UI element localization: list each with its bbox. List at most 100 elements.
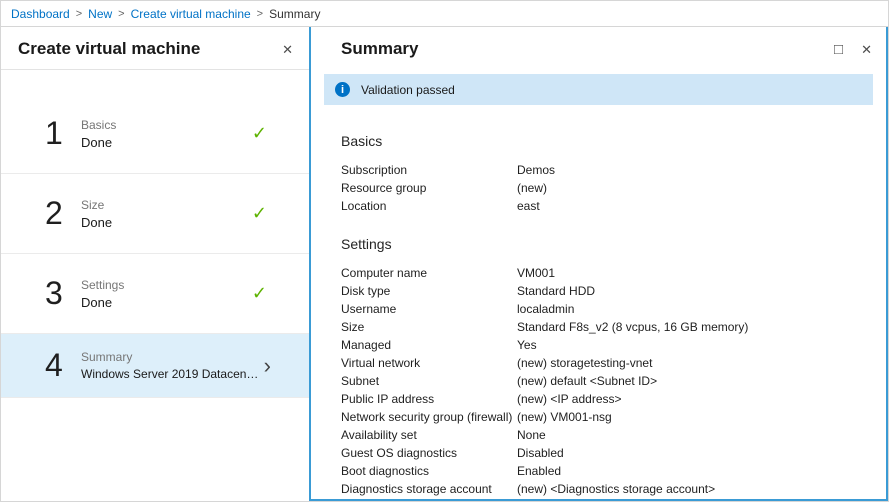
row-label: Username <box>341 300 517 318</box>
row-value: Yes <box>517 336 866 354</box>
summary-row: Subscription Demos <box>341 161 866 179</box>
row-value: (new) storagetesting-vnet <box>517 354 866 372</box>
row-label: Location <box>341 197 517 215</box>
step-text: Settings Done <box>81 278 252 310</box>
validation-banner-text: Validation passed <box>361 83 455 97</box>
azure-portal-window: Dashboard > New > Create virtual machine… <box>0 0 889 502</box>
step-text: Basics Done <box>81 118 252 150</box>
check-icon: ✓ <box>252 283 267 304</box>
row-value: None <box>517 426 866 444</box>
breadcrumb-separator: > <box>257 8 263 20</box>
row-label: Resource group <box>341 179 517 197</box>
summary-row: Guest OS diagnostics Disabled <box>341 444 866 462</box>
step-label: Size <box>81 198 252 212</box>
summary-content: Basics Subscription Demos Resource group… <box>311 105 886 498</box>
summary-row: Subnet (new) default <Subnet ID> <box>341 372 866 390</box>
check-icon: ✓ <box>252 123 267 144</box>
close-icon[interactable]: ✕ <box>861 43 872 56</box>
step-status: Done <box>81 215 252 230</box>
row-value: Enabled <box>517 462 866 480</box>
step-number: 4 <box>45 347 81 384</box>
step-settings[interactable]: 3 Settings Done ✓ <box>1 254 309 334</box>
step-text: Size Done <box>81 198 252 230</box>
summary-row: Public IP address (new) <IP address> <box>341 390 866 408</box>
row-label: Managed <box>341 336 517 354</box>
create-vm-panel-header: Create virtual machine ✕ <box>1 27 309 70</box>
step-number: 2 <box>45 195 81 232</box>
breadcrumb-create-virtual-machine[interactable]: Create virtual machine <box>131 7 251 21</box>
row-label: Virtual network <box>341 354 517 372</box>
row-value: east <box>517 197 866 215</box>
row-value: Demos <box>517 161 866 179</box>
row-value: Standard F8s_v2 (8 vcpus, 16 GB memory) <box>517 318 866 336</box>
row-value: (new) <box>517 179 866 197</box>
summary-row: Availability set None <box>341 426 866 444</box>
row-value: localadmin <box>517 300 866 318</box>
row-label: Size <box>341 318 517 336</box>
step-size[interactable]: 2 Size Done ✓ <box>1 174 309 254</box>
row-label: Guest OS diagnostics <box>341 444 517 462</box>
row-label: Network security group (firewall) <box>341 408 517 426</box>
breadcrumb: Dashboard > New > Create virtual machine… <box>1 1 888 27</box>
info-icon: i <box>335 82 350 97</box>
row-label: Availability set <box>341 426 517 444</box>
close-icon[interactable]: ✕ <box>282 43 293 56</box>
breadcrumb-summary: Summary <box>269 7 320 21</box>
row-label: Subnet <box>341 372 517 390</box>
row-value: (new) <IP address> <box>517 390 866 408</box>
step-text: Summary Windows Server 2019 Datacent… <box>81 350 264 381</box>
wizard-steps: 1 Basics Done ✓ 2 Size Done ✓ <box>1 70 309 501</box>
section-settings: Settings Computer name VM001 Disk type S… <box>341 236 866 498</box>
summary-row: Computer name VM001 <box>341 264 866 282</box>
summary-row: Managed Yes <box>341 336 866 354</box>
summary-row: Boot diagnostics Enabled <box>341 462 866 480</box>
maximize-icon[interactable]: □ <box>834 42 843 57</box>
summary-row: Location east <box>341 197 866 215</box>
summary-row: Network security group (firewall) (new) … <box>341 408 866 426</box>
validation-banner: i Validation passed <box>324 74 873 105</box>
row-label: Boot diagnostics <box>341 462 517 480</box>
row-label: Diagnostics storage account <box>341 480 517 498</box>
step-status: Windows Server 2019 Datacent… <box>81 367 259 381</box>
summary-panel-header: Summary □ ✕ <box>311 27 886 67</box>
row-value: Disabled <box>517 444 866 462</box>
breadcrumb-separator: > <box>118 8 124 20</box>
breadcrumb-dashboard[interactable]: Dashboard <box>11 7 70 21</box>
row-value: VM001 <box>517 264 866 282</box>
row-label: Subscription <box>341 161 517 179</box>
summary-row: Virtual network (new) storagetesting-vne… <box>341 354 866 372</box>
summary-row: Resource group (new) <box>341 179 866 197</box>
step-status: Done <box>81 135 252 150</box>
step-label: Settings <box>81 278 252 292</box>
step-label: Summary <box>81 350 264 364</box>
summary-row: Size Standard F8s_v2 (8 vcpus, 16 GB mem… <box>341 318 866 336</box>
step-summary[interactable]: 4 Summary Windows Server 2019 Datacent… … <box>1 334 309 398</box>
summary-row: Username localadmin <box>341 300 866 318</box>
step-status: Done <box>81 295 252 310</box>
breadcrumb-new[interactable]: New <box>88 7 112 21</box>
row-label: Public IP address <box>341 390 517 408</box>
row-label: Disk type <box>341 282 517 300</box>
summary-panel-title: Summary <box>341 39 816 59</box>
step-number: 3 <box>45 275 81 312</box>
step-basics[interactable]: 1 Basics Done ✓ <box>1 94 309 174</box>
row-value: (new) <Diagnostics storage account> <box>517 480 866 498</box>
create-vm-panel: Create virtual machine ✕ 1 Basics Done ✓… <box>1 27 309 501</box>
section-heading: Settings <box>341 236 866 252</box>
section-basics: Basics Subscription Demos Resource group… <box>341 133 866 215</box>
step-label: Basics <box>81 118 252 132</box>
row-label: Computer name <box>341 264 517 282</box>
summary-row: Disk type Standard HDD <box>341 282 866 300</box>
step-number: 1 <box>45 115 81 152</box>
breadcrumb-separator: > <box>76 8 82 20</box>
summary-panel: Summary □ ✕ i Validation passed Basics S… <box>309 27 888 501</box>
row-value: (new) default <Subnet ID> <box>517 372 866 390</box>
summary-row: Diagnostics storage account (new) <Diagn… <box>341 480 866 498</box>
row-value: Standard HDD <box>517 282 866 300</box>
row-value: (new) VM001-nsg <box>517 408 866 426</box>
section-heading: Basics <box>341 133 866 149</box>
chevron-right-icon: › <box>264 355 271 377</box>
check-icon: ✓ <box>252 203 267 224</box>
blades-container: Create virtual machine ✕ 1 Basics Done ✓… <box>1 27 888 501</box>
create-vm-panel-title: Create virtual machine <box>18 39 264 59</box>
